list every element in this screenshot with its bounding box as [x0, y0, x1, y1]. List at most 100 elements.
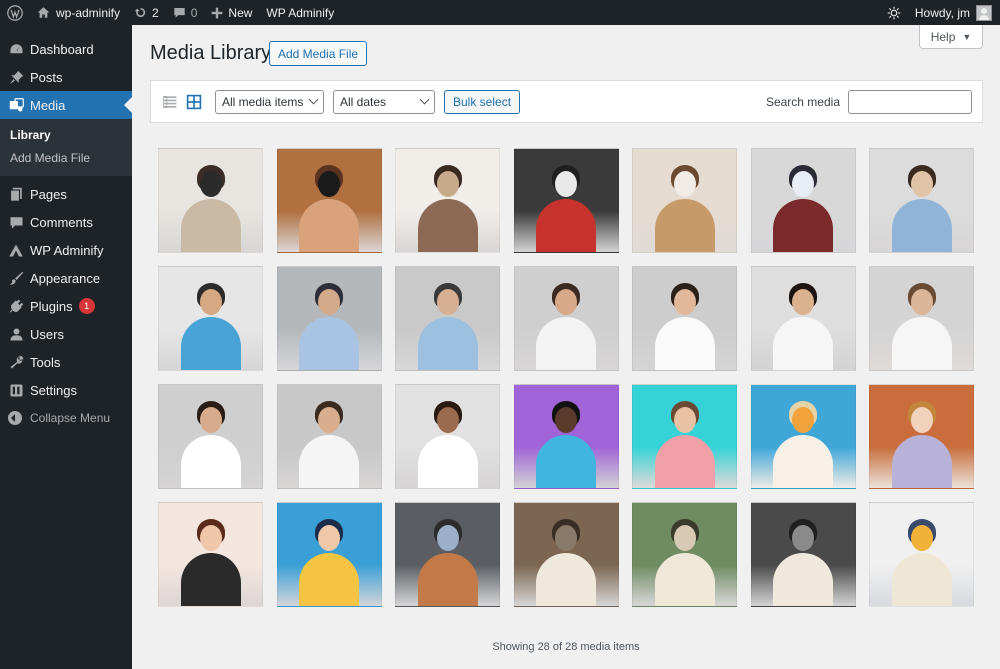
photo-head-shape: [555, 171, 577, 197]
photo-head-shape: [792, 289, 814, 315]
adminify-link[interactable]: WP Adminify: [259, 0, 341, 25]
media-thumbnail[interactable]: [869, 502, 974, 607]
chevron-down-icon: [419, 94, 430, 105]
photo-body-shape: [891, 553, 952, 606]
media-thumbnail[interactable]: [276, 384, 382, 489]
media-thumbnail[interactable]: [395, 502, 500, 607]
media-thumbnail[interactable]: [750, 148, 856, 253]
sidebar-item-tools[interactable]: Tools: [0, 348, 132, 376]
admin-bar: wp-adminify 2 0 New WP Adminify Howdy, j…: [0, 0, 1000, 25]
comment-icon: [8, 214, 24, 230]
photo-body-shape: [536, 199, 596, 252]
media-thumbnail[interactable]: [158, 148, 263, 253]
media-thumbnail[interactable]: [276, 148, 382, 253]
updates-link[interactable]: 2: [127, 0, 166, 25]
media-submenu: Library Add Media File: [0, 119, 132, 176]
photo-body-shape: [180, 435, 241, 488]
media-type-filter[interactable]: All media items: [215, 89, 324, 114]
photo-body-shape: [891, 199, 952, 252]
media-thumbnail[interactable]: [513, 148, 619, 253]
collapse-menu-button[interactable]: Collapse Menu: [0, 404, 132, 432]
collapse-label: Collapse Menu: [30, 411, 111, 425]
collapse-arrow-icon: [8, 411, 22, 425]
media-grid: [158, 148, 978, 607]
photo-body-shape: [417, 553, 478, 606]
media-thumbnail[interactable]: [513, 384, 619, 489]
date-filter[interactable]: All dates: [333, 89, 435, 114]
media-thumbnail[interactable]: [513, 266, 619, 371]
media-thumbnail[interactable]: [632, 384, 737, 489]
grid-view-icon[interactable]: [185, 93, 203, 111]
media-thumbnail[interactable]: [632, 148, 737, 253]
photo-head-shape: [436, 171, 459, 197]
new-label: New: [228, 5, 253, 20]
media-thumbnail[interactable]: [395, 148, 500, 253]
caret-down-icon: ▼: [962, 31, 972, 42]
media-thumbnail[interactable]: [276, 266, 382, 371]
media-type-value: All media items: [222, 94, 304, 109]
sidebar-item-users[interactable]: Users: [0, 320, 132, 348]
howdy-text: Howdy, jm: [914, 5, 970, 20]
photo-head-shape: [910, 525, 933, 551]
site-name-link[interactable]: wp-adminify: [30, 0, 127, 25]
submenu-item-add-media[interactable]: Add Media File: [0, 147, 132, 170]
photo-head-shape: [910, 407, 933, 433]
media-thumbnail[interactable]: [750, 384, 856, 489]
chevron-down-icon: [308, 94, 319, 105]
media-thumbnail[interactable]: [632, 502, 737, 607]
sidebar-item-settings[interactable]: Settings: [0, 376, 132, 404]
photo-head-shape: [199, 289, 222, 315]
sidebar-item-label: Appearance: [30, 270, 101, 286]
media-thumbnail[interactable]: [158, 266, 263, 371]
media-icon: [8, 97, 24, 113]
sidebar-item-media[interactable]: Media: [0, 91, 132, 119]
sidebar-item-appearance[interactable]: Appearance: [0, 264, 132, 292]
add-media-file-button[interactable]: Add Media File: [269, 41, 368, 66]
sidebar-item-label: Users: [30, 326, 64, 342]
new-content-link[interactable]: New: [204, 0, 259, 25]
photo-head-shape: [436, 407, 459, 433]
sidebar-item-label: Posts: [30, 69, 63, 85]
date-filter-value: All dates: [340, 94, 387, 109]
media-thumbnail[interactable]: [632, 266, 737, 371]
photo-head-shape: [673, 171, 696, 197]
sidebar-item-label: Settings: [30, 382, 77, 398]
list-view-icon[interactable]: [161, 93, 179, 111]
media-thumbnail[interactable]: [158, 502, 263, 607]
media-thumbnail[interactable]: [869, 384, 974, 489]
sidebar-item-pages[interactable]: Pages: [0, 180, 132, 208]
avatar: [976, 4, 992, 21]
page-title: Media Library: [150, 42, 272, 64]
media-thumbnail[interactable]: [750, 266, 856, 371]
sidebar-item-wp-adminify[interactable]: WP Adminify: [0, 236, 132, 264]
media-thumbnail[interactable]: [276, 502, 382, 607]
sidebar-item-posts[interactable]: Posts: [0, 63, 132, 91]
media-thumbnail[interactable]: [869, 266, 974, 371]
photo-body-shape: [299, 435, 359, 488]
bulk-select-button[interactable]: Bulk select: [444, 89, 521, 114]
search-media-input[interactable]: [848, 89, 972, 114]
theme-toggle-icon[interactable]: [880, 0, 908, 25]
media-thumbnail[interactable]: [395, 266, 500, 371]
photo-body-shape: [180, 199, 241, 252]
adminify-label: WP Adminify: [266, 5, 335, 20]
comments-link[interactable]: 0: [166, 0, 205, 25]
photo-head-shape: [910, 171, 933, 197]
home-icon: [37, 6, 50, 19]
photo-body-shape: [417, 199, 478, 252]
wrench-icon: [8, 354, 24, 370]
sidebar-item-dashboard[interactable]: Dashboard: [0, 35, 132, 63]
media-thumbnail[interactable]: [513, 502, 619, 607]
sidebar-item-comments[interactable]: Comments: [0, 208, 132, 236]
media-thumbnail[interactable]: [869, 148, 974, 253]
media-thumbnail[interactable]: [395, 384, 500, 489]
sidebar-item-plugins[interactable]: Plugins 1: [0, 292, 132, 320]
account-menu[interactable]: Howdy, jm: [908, 0, 1000, 25]
media-thumbnail[interactable]: [750, 502, 856, 607]
photo-head-shape: [436, 289, 459, 315]
submenu-item-library[interactable]: Library: [0, 124, 132, 147]
help-tab-button[interactable]: Help ▼: [919, 25, 983, 49]
wordpress-logo-icon[interactable]: [0, 0, 30, 25]
media-thumbnail[interactable]: [158, 384, 263, 489]
photo-body-shape: [773, 553, 833, 606]
